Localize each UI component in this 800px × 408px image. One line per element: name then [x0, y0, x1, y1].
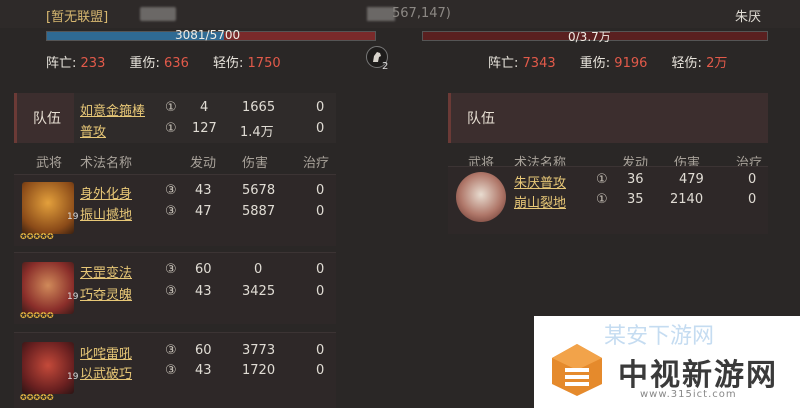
- skill-level: ①: [165, 121, 177, 136]
- watermark-logo-icon: [548, 340, 606, 398]
- dead-count: 7343: [522, 56, 556, 71]
- right-casualties: 阵亡: 7343 重伤: 9196 轻伤: 2万: [488, 52, 747, 71]
- skill-level: ③: [165, 262, 177, 277]
- watermark-faded-text: 某安下游网: [604, 324, 715, 349]
- general-portrait[interactable]: [22, 342, 74, 394]
- damage: 5887: [242, 204, 276, 219]
- dead-count: 233: [80, 56, 106, 71]
- skill-name[interactable]: 以武破巧: [80, 363, 132, 382]
- heal: 0: [316, 363, 325, 378]
- col-skill: 术法名称: [80, 156, 133, 171]
- general-portrait[interactable]: [22, 182, 74, 234]
- light-label: 轻伤:: [671, 56, 702, 71]
- damage: 5678: [242, 183, 276, 198]
- col-general: 武将: [36, 156, 63, 171]
- blurred-player-name: [140, 7, 176, 21]
- heal: 0: [316, 121, 325, 136]
- light-count: 2万: [706, 56, 728, 71]
- skill-level: ①: [596, 192, 608, 207]
- dead-label: 阵亡:: [488, 56, 519, 71]
- dead-label: 阵亡:: [46, 56, 77, 71]
- watermark-url: www.315ict.com: [640, 389, 737, 400]
- skill-name[interactable]: 朱厌普攻: [514, 172, 566, 191]
- star-rating: ✪✪✪✪✪: [20, 311, 54, 320]
- light-count: 1750: [247, 56, 281, 71]
- damage: 3773: [242, 343, 276, 358]
- skill-name[interactable]: 叱咤雷吼: [80, 343, 132, 362]
- damage: 0: [254, 262, 263, 277]
- heavy-label: 重伤:: [579, 56, 611, 71]
- activations: 127: [192, 121, 217, 136]
- heal: 0: [748, 172, 757, 187]
- activations: 43: [195, 284, 212, 299]
- col-heal: 治疗: [303, 156, 330, 171]
- heavy-count: 9196: [614, 56, 648, 71]
- activations: 47: [195, 204, 212, 219]
- skill-level: ③: [165, 284, 177, 299]
- star-rating: ✪✪✪✪✪: [20, 232, 54, 241]
- skill-level: ③: [165, 343, 177, 358]
- heavy-label: 重伤:: [129, 56, 160, 71]
- skill-name[interactable]: 振山撼地: [80, 204, 132, 223]
- heavy-count: 636: [164, 56, 189, 71]
- activations: 43: [195, 183, 212, 198]
- left-team-tab[interactable]: 队伍: [14, 93, 74, 143]
- coord-label: 567,147): [392, 6, 451, 21]
- heal: 0: [316, 284, 325, 299]
- activations: 4: [200, 100, 209, 115]
- right-hp-text: 0/3.7万: [568, 30, 611, 44]
- damage: 1720: [242, 363, 276, 378]
- skill-level: ①: [165, 100, 177, 115]
- col-damage: 伤害: [242, 156, 269, 171]
- skill-level: ③: [165, 363, 177, 378]
- horse-count: 2: [382, 61, 389, 72]
- skill-level: ①: [596, 172, 608, 187]
- enemy-name: 朱厌: [735, 10, 762, 25]
- left-hp-lost: [224, 32, 375, 40]
- skill-name[interactable]: 天罡变法: [80, 262, 132, 281]
- light-label: 轻伤:: [213, 56, 244, 71]
- activations: 43: [195, 363, 212, 378]
- team-label: 队伍: [467, 111, 495, 127]
- skill-name[interactable]: 身外化身: [80, 183, 132, 202]
- skill-name[interactable]: 崩山裂地: [514, 192, 566, 211]
- activations: 60: [195, 262, 212, 277]
- heal: 0: [316, 343, 325, 358]
- heal: 0: [316, 100, 325, 115]
- skill-level: ③: [165, 204, 177, 219]
- star-rating: ✪✪✪✪✪: [20, 393, 54, 402]
- blurred-coord: [367, 7, 395, 21]
- team-skill-name[interactable]: 如意金箍棒: [80, 100, 145, 119]
- damage: 479: [679, 172, 704, 187]
- damage: 2140: [670, 192, 704, 207]
- activations: 60: [195, 343, 212, 358]
- team-skill-name[interactable]: 普攻: [80, 121, 106, 140]
- general-level: 19: [67, 212, 79, 222]
- activations: 35: [627, 192, 644, 207]
- heal: 0: [316, 204, 325, 219]
- damage: 1.4万: [240, 125, 274, 140]
- watermark-title: 中视新游网: [618, 358, 778, 393]
- heal: 0: [316, 183, 325, 198]
- left-hp-text: 3081/5700: [175, 28, 241, 42]
- general-level: 19: [67, 372, 79, 382]
- enemy-portrait[interactable]: [456, 172, 506, 222]
- right-team-tab[interactable]: 队伍: [448, 93, 768, 143]
- damage: 3425: [242, 284, 276, 299]
- activations: 36: [627, 172, 644, 187]
- general-portrait[interactable]: [22, 262, 74, 314]
- general-level: 19: [67, 292, 79, 302]
- skill-name[interactable]: 巧夺灵魄: [80, 284, 132, 303]
- heal: 0: [316, 262, 325, 277]
- left-casualties: 阵亡: 233 重伤: 636 轻伤: 1750: [46, 52, 301, 71]
- damage: 1665: [242, 100, 276, 115]
- alliance-label: [暂无联盟]: [46, 10, 109, 25]
- heal: 0: [748, 192, 757, 207]
- skill-level: ③: [165, 183, 177, 198]
- team-label: 队伍: [33, 111, 61, 127]
- col-activations: 发动: [190, 156, 217, 171]
